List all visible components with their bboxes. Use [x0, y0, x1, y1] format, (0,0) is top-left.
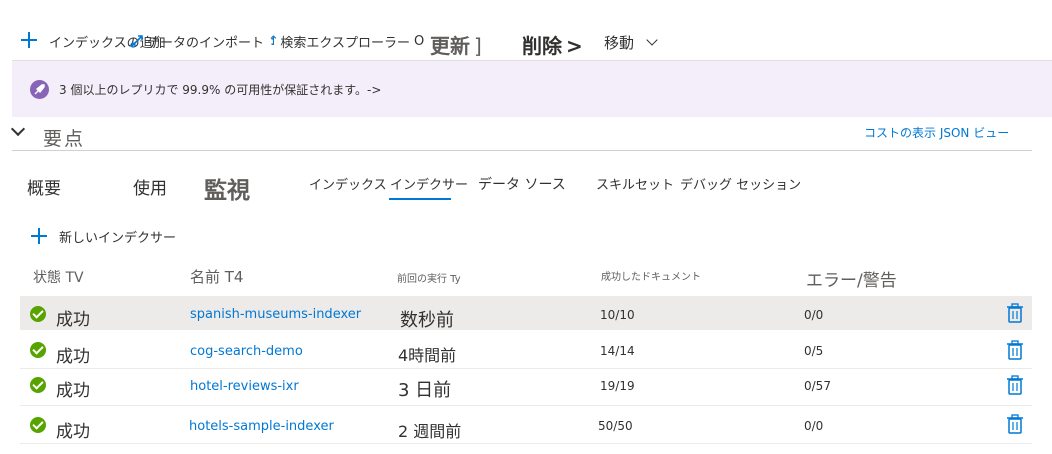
row-name-link[interactable]: hotels-sample-indexer [189, 419, 334, 434]
success-check-icon [30, 306, 46, 322]
header-errors[interactable]: エラー/警告 [806, 266, 897, 291]
row-name-link[interactable]: spanish-museums-indexer [190, 307, 361, 322]
row-divider [20, 368, 1032, 369]
delete-trash-icon[interactable] [1006, 414, 1024, 434]
success-check-icon [30, 342, 46, 358]
rocket-icon [30, 80, 49, 99]
table-row[interactable]: 成功 cog-search-demo 4時間前 14/14 0/5 [20, 333, 1032, 367]
delete-trash-icon[interactable] [1006, 303, 1024, 323]
row-divider [20, 405, 1032, 406]
refresh-label: 更新 [430, 34, 470, 58]
row-docs: 19/19 [600, 379, 635, 393]
refresh-bracket: ] [474, 34, 482, 58]
header-status[interactable]: 状態 TV [33, 267, 84, 287]
header-last-run[interactable]: 前回の実行 Ty [397, 270, 461, 285]
essentials-chevron-icon[interactable] [10, 121, 26, 137]
add-index-plus-icon[interactable] [20, 31, 38, 49]
tab-skillsets[interactable]: スキルセット [596, 174, 674, 193]
availability-banner[interactable]: 3 個以上のレプリカで 99.9% の可用性が保証されます。-> [12, 60, 1052, 117]
delete-label: 削除 [522, 34, 562, 58]
row-errors: 0/0 [804, 308, 824, 322]
move-label: 移動 [604, 33, 635, 52]
tab-usage[interactable]: 使用 [133, 174, 167, 199]
row-last-run: 数秒前 [400, 310, 454, 331]
new-indexer-plus-icon[interactable] [30, 227, 48, 245]
tab-indexes[interactable]: インデックス [309, 174, 387, 193]
active-tab-indicator [389, 198, 451, 200]
row-docs: 50/50 [598, 419, 633, 433]
table-row[interactable]: 成功 spanish-museums-indexer 数秒前 10/10 0/0 [20, 296, 1032, 331]
delete-trash-icon[interactable] [1006, 340, 1024, 360]
import-data-label: データのインポート [147, 35, 265, 51]
success-check-icon [30, 377, 46, 393]
header-docs[interactable]: 成功したドキュメント [601, 268, 701, 283]
row-name-link[interactable]: cog-search-demo [190, 344, 303, 359]
row-docs: 10/10 [600, 308, 635, 322]
search-explorer-label: 検索エクスプローラー [280, 35, 411, 51]
delete-arrow-icon: > [566, 34, 583, 58]
import-data-button[interactable]: データのインポート ↑ [129, 30, 279, 52]
tab-overview[interactable]: 概要 [27, 174, 61, 199]
essentials-links[interactable]: コストの表示 JSON ビュー [864, 124, 1009, 141]
header-name[interactable]: 名前 T4 [190, 266, 243, 287]
success-check-icon [30, 417, 46, 433]
row-errors: 0/5 [804, 344, 824, 358]
row-last-run: 4時間前 [398, 346, 457, 365]
import-data-icon [129, 33, 145, 49]
row-name-link[interactable]: hotel-reviews-ixr [190, 379, 299, 394]
row-status: 成功 [56, 422, 90, 442]
separator-colon: : [270, 33, 275, 49]
row-status: 成功 [56, 381, 90, 401]
table-row[interactable]: 成功 hotel-reviews-ixr 3 日前 19/19 0/57 [20, 370, 1032, 404]
delete-trash-icon[interactable] [1006, 375, 1024, 395]
tab-data-sources[interactable]: データ ソース [478, 174, 566, 194]
tab-debug-sessions[interactable]: デバッグ セッション [680, 174, 801, 193]
row-errors: 0/57 [804, 379, 831, 393]
essentials-title: 要点 [43, 128, 86, 150]
row-errors: 0/0 [804, 419, 824, 433]
banner-message: 3 個以上のレプリカで 99.9% の可用性が保証されます。-> [59, 83, 382, 97]
delete-button[interactable]: 削除 > [522, 30, 583, 59]
search-explorer-button[interactable]: : 検索エクスプローラー O [270, 30, 424, 52]
row-docs: 14/14 [600, 344, 635, 358]
chevron-down-icon [646, 33, 658, 46]
row-status: 成功 [56, 347, 90, 367]
essentials-divider [12, 150, 1032, 151]
refresh-button[interactable]: 更新] [430, 30, 482, 59]
move-button[interactable]: 移動 [604, 31, 658, 53]
table-row[interactable]: 成功 hotels-sample-indexer 2 週間前 50/50 0/0 [20, 409, 1032, 443]
new-indexer-button[interactable]: 新しいインデクサー [59, 227, 176, 246]
tab-indexers[interactable]: インデクサー [390, 174, 468, 193]
row-last-run: 2 週間前 [398, 422, 462, 441]
tab-monitoring[interactable]: 監視 [204, 171, 250, 205]
search-icon: O [414, 33, 425, 49]
row-status: 成功 [56, 310, 90, 330]
row-last-run: 3 日前 [398, 380, 452, 401]
row-divider [20, 443, 1032, 444]
